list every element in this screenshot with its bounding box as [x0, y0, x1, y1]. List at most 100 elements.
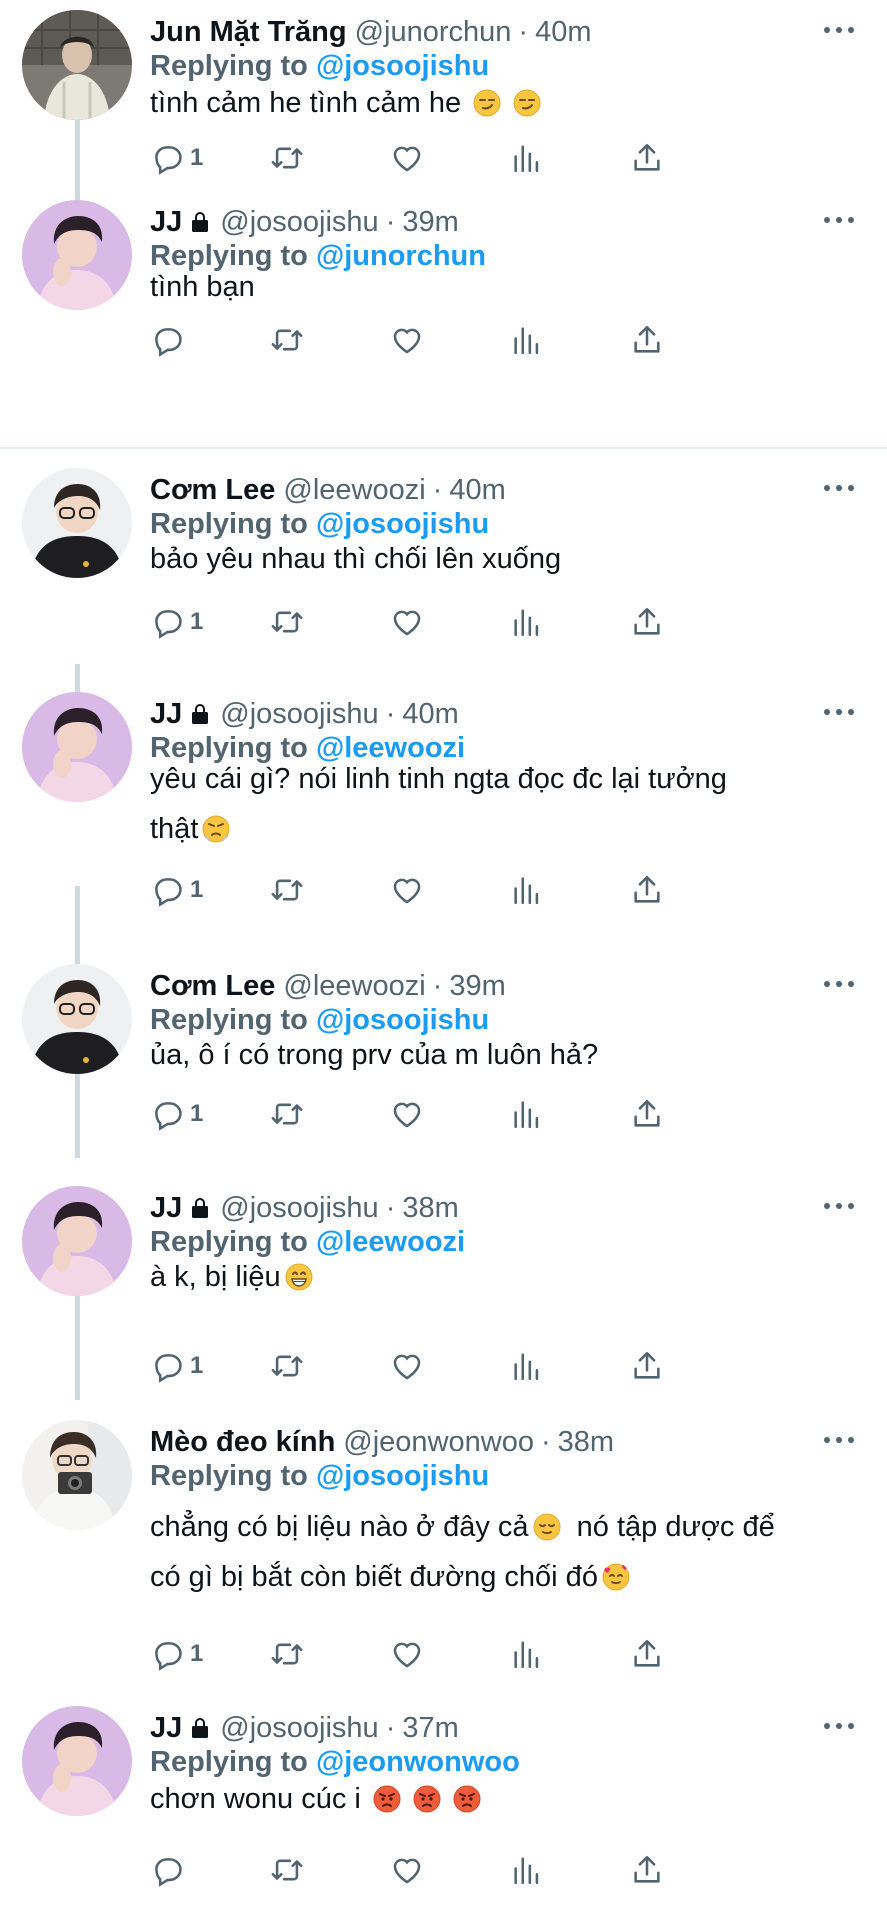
more-options-icon[interactable]: [821, 208, 857, 232]
avatar[interactable]: [22, 10, 132, 120]
display-name[interactable]: Jun Mặt Trăng: [150, 16, 347, 49]
timestamp[interactable]: 38m: [402, 1192, 458, 1225]
timestamp[interactable]: 38m: [558, 1426, 614, 1459]
heart-icon: [390, 141, 424, 175]
display-name[interactable]: Mèo đeo kính: [150, 1426, 335, 1459]
like-button[interactable]: [390, 604, 424, 640]
retweet-button[interactable]: [270, 1348, 304, 1384]
user-handle[interactable]: @jeonwonwoo: [343, 1426, 534, 1459]
like-button[interactable]: [390, 1348, 424, 1384]
avatar[interactable]: [22, 964, 132, 1074]
heart-icon: [390, 323, 424, 357]
analytics-icon: [510, 323, 544, 357]
user-handle[interactable]: @leewoozi: [283, 970, 425, 1003]
reply-button[interactable]: [150, 322, 184, 358]
reply-button[interactable]: 1: [150, 140, 203, 176]
reply-button[interactable]: 1: [150, 604, 203, 640]
avatar[interactable]: [22, 1186, 132, 1296]
analytics-icon: [510, 141, 544, 175]
user-handle[interactable]: @junorchun: [355, 16, 512, 49]
more-options-icon[interactable]: [821, 1714, 857, 1738]
share-icon: [630, 1097, 664, 1131]
like-button[interactable]: [390, 322, 424, 358]
share-button[interactable]: [630, 1096, 664, 1132]
like-button[interactable]: [390, 1852, 424, 1888]
views-button[interactable]: [510, 872, 544, 908]
display-name[interactable]: JJ: [150, 1192, 182, 1225]
views-button[interactable]: [510, 1852, 544, 1888]
more-options-icon[interactable]: [821, 972, 857, 996]
share-button[interactable]: [630, 1852, 664, 1888]
display-name[interactable]: JJ: [150, 1712, 182, 1745]
tweet-actions: 1: [150, 872, 790, 908]
user-handle[interactable]: @josoojishu: [220, 1192, 378, 1225]
avatar[interactable]: [22, 468, 132, 578]
views-button[interactable]: [510, 140, 544, 176]
user-handle[interactable]: @josoojishu: [220, 1712, 378, 1745]
views-button[interactable]: [510, 1348, 544, 1384]
share-button[interactable]: [630, 604, 664, 640]
retweet-button[interactable]: [270, 1636, 304, 1672]
heart-icon: [390, 1349, 424, 1383]
share-button[interactable]: [630, 140, 664, 176]
share-icon: [630, 1853, 664, 1887]
reply-icon: [150, 605, 184, 639]
timestamp[interactable]: 40m: [449, 474, 505, 507]
share-button[interactable]: [630, 1348, 664, 1384]
user-handle[interactable]: @josoojishu: [220, 206, 378, 239]
tweet-header: Cơm Lee @leewoozi · 40m: [150, 473, 506, 507]
timestamp[interactable]: 40m: [402, 698, 458, 731]
retweet-button[interactable]: [270, 872, 304, 908]
tweet-actions: 1: [150, 1636, 790, 1672]
display-name[interactable]: Cơm Lee: [150, 970, 275, 1003]
josoojishu-avatar-image: [22, 692, 132, 802]
views-button[interactable]: [510, 322, 544, 358]
share-button[interactable]: [630, 322, 664, 358]
retweet-button[interactable]: [270, 604, 304, 640]
lock-icon: [188, 209, 212, 235]
tweet-header: Jun Mặt Trăng @junorchun · 40m: [150, 15, 592, 49]
more-options-icon[interactable]: [821, 1428, 857, 1452]
more-options-icon[interactable]: [821, 18, 857, 42]
avatar[interactable]: [22, 1420, 132, 1530]
timestamp[interactable]: 37m: [402, 1712, 458, 1745]
retweet-button[interactable]: [270, 1852, 304, 1888]
user-handle[interactable]: @leewoozi: [283, 474, 425, 507]
display-name[interactable]: JJ: [150, 206, 182, 239]
reply-button[interactable]: [150, 1852, 184, 1888]
views-button[interactable]: [510, 1636, 544, 1672]
tweet-actions: 1: [150, 1348, 790, 1384]
reply-button[interactable]: 1: [150, 1348, 203, 1384]
more-options-icon[interactable]: [821, 476, 857, 500]
avatar[interactable]: [22, 200, 132, 310]
like-button[interactable]: [390, 1096, 424, 1132]
reply-button[interactable]: 1: [150, 872, 203, 908]
mention-link[interactable]: @josoojishu: [316, 1460, 489, 1492]
avatar[interactable]: [22, 1706, 132, 1816]
tweet-text: ủa, ô í có trong prv của m luôn hả?: [150, 1039, 599, 1071]
timestamp[interactable]: 40m: [535, 16, 591, 49]
timestamp[interactable]: 39m: [449, 970, 505, 1003]
like-button[interactable]: [390, 872, 424, 908]
reply-button[interactable]: 1: [150, 1096, 203, 1132]
retweet-button[interactable]: [270, 140, 304, 176]
views-button[interactable]: [510, 604, 544, 640]
display-name[interactable]: Cơm Lee: [150, 474, 275, 507]
share-button[interactable]: [630, 1636, 664, 1672]
leewoozi-avatar-image: [22, 964, 132, 1074]
share-button[interactable]: [630, 872, 664, 908]
thread-connector: [75, 1068, 80, 1158]
timestamp[interactable]: 39m: [402, 206, 458, 239]
retweet-button[interactable]: [270, 1096, 304, 1132]
more-options-icon[interactable]: [821, 1194, 857, 1218]
views-button[interactable]: [510, 1096, 544, 1132]
display-name[interactable]: JJ: [150, 698, 182, 731]
tweet-actions: 1: [150, 140, 790, 176]
like-button[interactable]: [390, 140, 424, 176]
more-options-icon[interactable]: [821, 700, 857, 724]
user-handle[interactable]: @josoojishu: [220, 698, 378, 731]
avatar[interactable]: [22, 692, 132, 802]
reply-button[interactable]: 1: [150, 1636, 203, 1672]
like-button[interactable]: [390, 1636, 424, 1672]
retweet-button[interactable]: [270, 322, 304, 358]
